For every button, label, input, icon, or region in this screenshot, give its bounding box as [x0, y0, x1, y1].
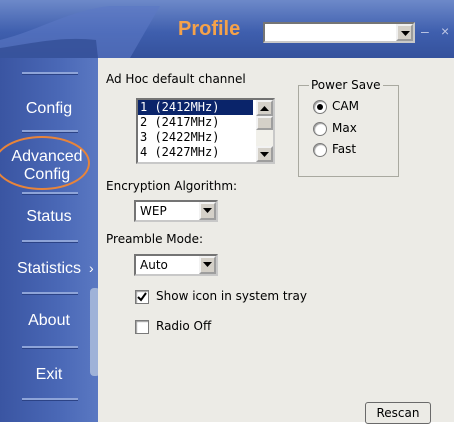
nav-divider — [22, 130, 78, 133]
chevron-up-icon — [260, 106, 269, 111]
encryption-dropdown-button[interactable] — [199, 202, 216, 220]
sidebar-item-config[interactable]: Config — [0, 100, 98, 118]
radio-off-label: Radio Off — [156, 319, 212, 333]
title-bar: Profile – × — [0, 0, 454, 58]
preamble-dropdown-button[interactable] — [199, 256, 216, 274]
window-title: Profile — [178, 18, 241, 40]
show-icon-checkbox[interactable] — [135, 290, 149, 304]
radio-selected-dot — [317, 104, 323, 110]
list-item[interactable]: 1 (2412MHz) — [138, 100, 253, 115]
sidebar-item-status[interactable]: Status — [0, 208, 98, 226]
nav-divider — [22, 292, 78, 295]
sidebar-item-about[interactable]: About — [0, 312, 98, 330]
radio-fast[interactable] — [313, 143, 327, 157]
sidebar-item-exit[interactable]: Exit — [0, 366, 98, 384]
chevron-down-icon — [401, 31, 410, 36]
nav-divider — [22, 398, 78, 401]
channel-label: Ad Hoc default channel — [106, 72, 246, 86]
scroll-down-button[interactable] — [256, 146, 273, 162]
channel-scrollbar[interactable] — [256, 100, 273, 162]
chevron-right-icon[interactable]: › — [89, 260, 94, 276]
radio-cam[interactable] — [313, 100, 327, 114]
channel-listbox[interactable]: 1 (2412MHz) 2 (2417MHz) 3 (2422MHz) 4 (2… — [136, 98, 275, 164]
nav-divider — [22, 192, 78, 195]
chevron-down-icon — [260, 152, 269, 157]
encryption-value: WEP — [140, 204, 167, 218]
scroll-thumb[interactable] — [256, 116, 273, 130]
close-button[interactable]: × — [441, 23, 449, 39]
radio-off-checkbox[interactable] — [135, 320, 149, 334]
minimize-button[interactable]: – — [421, 23, 429, 39]
radio-max-label: Max — [332, 121, 357, 135]
check-icon — [137, 292, 147, 302]
sidebar-item-statistics[interactable]: Statistics — [0, 260, 98, 278]
list-item[interactable]: 4 (2427MHz) — [138, 145, 273, 160]
nav-divider — [22, 346, 78, 349]
radio-fast-label: Fast — [332, 142, 357, 156]
show-icon-label: Show icon in system tray — [156, 289, 307, 303]
encryption-select[interactable]: WEP — [134, 200, 218, 222]
list-item[interactable]: 2 (2417MHz) — [138, 115, 273, 130]
nav-divider — [22, 240, 78, 243]
preamble-value: Auto — [140, 258, 168, 272]
chevron-down-icon — [203, 208, 212, 213]
advanced-config-panel: Ad Hoc default channel 1 (2412MHz) 2 (24… — [98, 58, 454, 424]
rescan-button[interactable]: Rescan — [365, 402, 431, 424]
profile-select[interactable] — [263, 22, 415, 43]
sidebar-nav: Config Advanced Config Status Statistics… — [0, 58, 100, 422]
chevron-down-icon — [203, 262, 212, 267]
encryption-label: Encryption Algorithm: — [106, 179, 238, 193]
nav-divider — [22, 72, 78, 75]
profile-dropdown-button[interactable] — [396, 24, 413, 41]
preamble-label: Preamble Mode: — [106, 232, 204, 246]
radio-cam-label: CAM — [332, 99, 359, 113]
sidebar-item-advanced-config[interactable]: Advanced Config — [0, 148, 94, 184]
preamble-select[interactable]: Auto — [134, 254, 218, 276]
power-save-title: Power Save — [309, 78, 383, 92]
list-item[interactable]: 3 (2422MHz) — [138, 130, 273, 145]
radio-max[interactable] — [313, 122, 327, 136]
power-save-group: Power Save CAM Max Fast — [298, 78, 399, 177]
scroll-up-button[interactable] — [256, 100, 273, 116]
